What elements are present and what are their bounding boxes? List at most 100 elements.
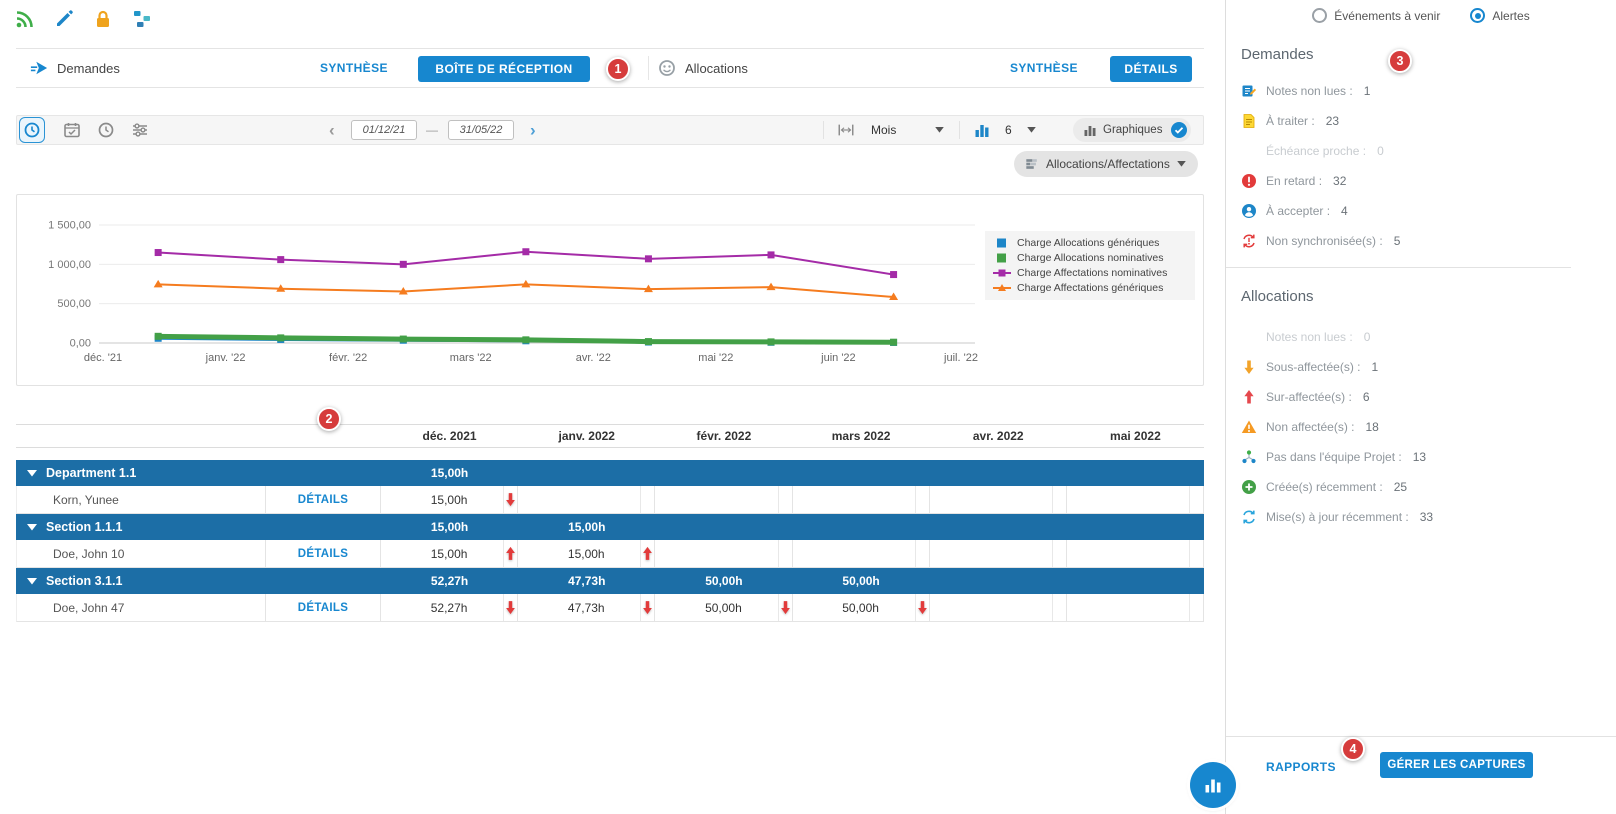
group-row[interactable]: Section 1.1.115,00h15,00h	[16, 514, 1204, 540]
alert-label: Mise(s) à jour récemment :	[1266, 510, 1409, 524]
chart-bubble-button[interactable]	[1190, 762, 1236, 808]
next-period-button[interactable]: ›	[530, 122, 536, 139]
alert-item[interactable]: Échéance proche :0	[1241, 136, 1606, 166]
trend-box	[503, 486, 517, 513]
demandes-synthese-link[interactable]: SYNTHÈSE	[320, 49, 388, 87]
alert-label: Échéance proche :	[1266, 144, 1366, 158]
alert-item[interactable]: Mise(s) à jour récemment :33	[1241, 502, 1606, 532]
details-link[interactable]: DÉTAILS	[298, 548, 348, 560]
alert-item[interactable]: À accepter : 4	[1241, 196, 1606, 226]
svg-text:1 000,00: 1 000,00	[48, 259, 91, 271]
details-link[interactable]: DÉTAILS	[298, 602, 348, 614]
alert-label: Créée(s) récemment :	[1266, 480, 1383, 494]
collapse-triangle-icon[interactable]	[27, 470, 37, 477]
manage-captures-button[interactable]: GÉRER LES CAPTURES	[1380, 752, 1533, 778]
filter-icon[interactable]	[131, 121, 149, 139]
svg-text:juin '22: juin '22	[820, 352, 856, 364]
alert-item[interactable]: Pas dans l'équipe Projet :13	[1241, 442, 1606, 472]
collapse-triangle-icon[interactable]	[27, 524, 37, 531]
stacked-bars-icon	[1025, 157, 1039, 171]
trend-box	[1189, 594, 1203, 621]
allocations-details-button[interactable]: DÉTAILS	[1110, 56, 1192, 82]
legend-marker-icon	[993, 268, 1011, 278]
trend-box	[915, 594, 929, 621]
alert-item[interactable]: En retard :32	[1241, 166, 1606, 196]
group-row[interactable]: Section 3.1.152,27h47,73h50,00h50,00h	[16, 568, 1204, 594]
trend-box	[503, 594, 517, 621]
svg-text:mars '22: mars '22	[450, 352, 492, 364]
scale-caret-icon[interactable]	[935, 127, 944, 133]
allocations-title: Allocations	[685, 61, 748, 76]
step-badge-2: 2	[317, 407, 341, 431]
scale-select[interactable]: Mois	[871, 123, 896, 137]
group-total-cell	[655, 514, 792, 540]
column-header-empty	[16, 425, 266, 447]
alert-item[interactable]: Notes non lues :0	[1241, 322, 1606, 352]
radio-icon[interactable]	[1312, 8, 1327, 23]
over-icon	[1241, 389, 1257, 405]
radio-label: Alertes	[1492, 9, 1529, 23]
alert-label: À accepter :	[1266, 204, 1330, 218]
hours-cell	[930, 540, 1067, 568]
org-chart-icon[interactable]	[131, 8, 153, 30]
svg-text:juil. '22: juil. '22	[943, 352, 978, 364]
alert-mode-radios: Événements à venir Alertes	[1226, 8, 1616, 23]
group-row[interactable]: Department 1.115,00h	[16, 460, 1204, 486]
view-selector[interactable]: Allocations/Affectations	[1014, 151, 1198, 177]
column-header: mai 2022	[1067, 425, 1204, 447]
prev-period-button[interactable]: ‹	[329, 122, 335, 139]
alert-item[interactable]: À traiter :23	[1241, 106, 1606, 136]
note-icon	[1241, 83, 1257, 99]
view-selector-label: Allocations/Affectations	[1046, 157, 1170, 171]
alert-mode-radio[interactable]: Alertes	[1470, 8, 1529, 23]
details-link[interactable]: DÉTAILS	[298, 494, 348, 506]
calendar-check-icon[interactable]	[63, 121, 81, 139]
group-total-cell: 15,00h	[381, 460, 518, 486]
alert-item[interactable]: Sous-affectée(s) :1	[1241, 352, 1606, 382]
alert-item[interactable]: Sur-affectée(s) :6	[1241, 382, 1606, 412]
feed-icon[interactable]	[14, 8, 36, 30]
svg-text:0,00: 0,00	[70, 338, 91, 350]
group-total-cell	[1067, 514, 1204, 540]
trend-box	[1189, 486, 1203, 513]
trend-box	[503, 540, 517, 567]
resource-row: Korn, YuneeDÉTAILS15,00h	[16, 486, 1204, 514]
alert-item[interactable]: Créée(s) récemment :25	[1241, 472, 1606, 502]
radio-icon[interactable]	[1470, 8, 1485, 23]
chart-legend: Charge Allocations génériquesCharge Allo…	[985, 231, 1195, 300]
hours-cell: 15,00h	[381, 486, 518, 514]
timescale-button[interactable]	[19, 117, 45, 143]
alert-count: 13	[1413, 450, 1426, 464]
edit-icon[interactable]	[53, 8, 75, 30]
alert-count: 4	[1341, 204, 1348, 218]
legend-label: Charge Affectations génériques	[1017, 282, 1163, 294]
date-from-input[interactable]: 01/12/21	[351, 120, 417, 140]
svg-text:févr. '22: févr. '22	[329, 352, 367, 364]
lock-icon[interactable]	[92, 8, 114, 30]
legend-marker-icon	[993, 253, 1011, 263]
collapse-triangle-icon[interactable]	[27, 578, 37, 585]
reports-link[interactable]: RAPPORTS	[1266, 760, 1336, 774]
hours-cell	[1067, 594, 1204, 622]
alert-item[interactable]: Non affectée(s) :18	[1241, 412, 1606, 442]
hours-cell	[655, 540, 792, 568]
hours-cell	[930, 486, 1067, 514]
inbox-button[interactable]: BOÎTE DE RÉCEPTION	[418, 56, 590, 82]
alert-item[interactable]: Notes non lues :1	[1241, 76, 1606, 106]
periods-caret-icon[interactable]	[1027, 127, 1036, 133]
date-to-input[interactable]: 31/05/22	[448, 120, 514, 140]
alert-count: 5	[1394, 234, 1401, 248]
graphs-toggle[interactable]: Graphiques	[1073, 118, 1191, 142]
allocations-synthese-link[interactable]: SYNTHÈSE	[1010, 49, 1078, 87]
periods-select[interactable]: 6	[1005, 123, 1012, 137]
alert-mode-radio[interactable]: Événements à venir	[1312, 8, 1440, 23]
svg-text:500,00: 500,00	[57, 298, 91, 310]
alert-item[interactable]: Non synchronisée(s) :5	[1241, 226, 1606, 256]
chart-toolbar: ‹ 01/12/21 — 31/05/22 › Mois 6 Graphique…	[16, 115, 1204, 145]
group-total-cell: 50,00h	[793, 568, 930, 594]
clock-icon[interactable]	[97, 121, 115, 139]
table-header-row: déc. 2021janv. 2022févr. 2022mars 2022av…	[16, 424, 1204, 448]
trend-down-icon	[642, 600, 653, 615]
svg-text:déc. '21: déc. '21	[84, 352, 122, 364]
group-total-cell	[655, 460, 792, 486]
